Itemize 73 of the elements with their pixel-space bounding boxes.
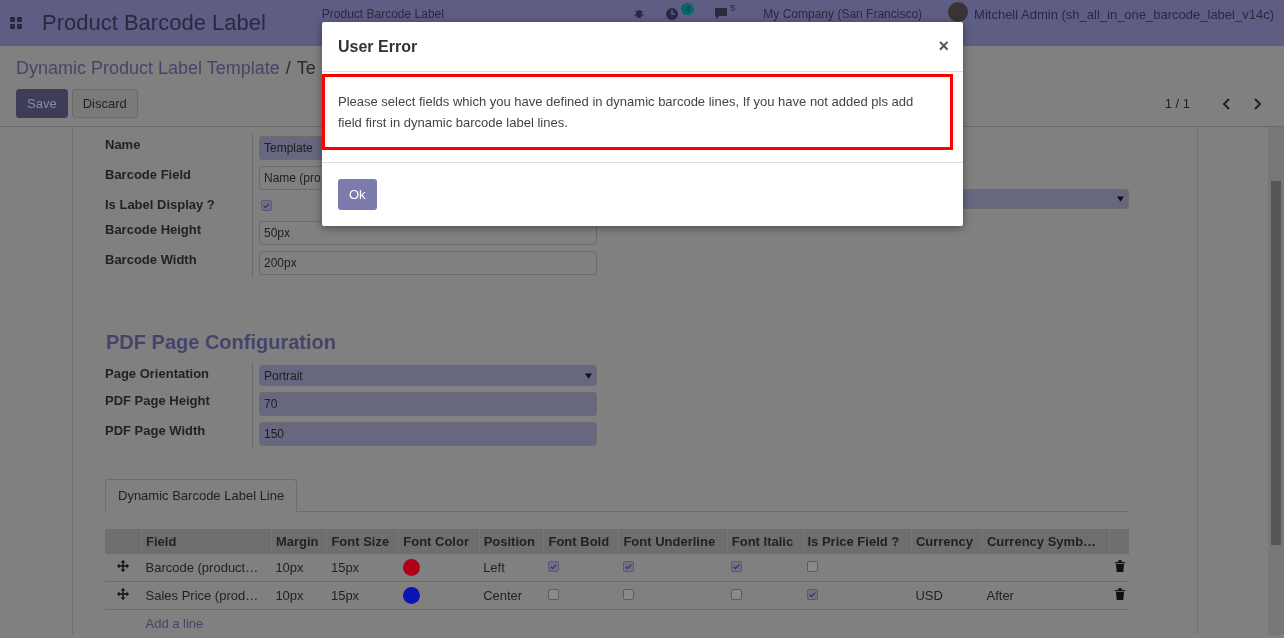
checkbox[interactable] — [731, 589, 743, 601]
column-header[interactable]: Position — [479, 529, 544, 554]
column-header[interactable]: Font Size — [326, 529, 399, 554]
breadcrumb-link[interactable]: Dynamic Product Label Template — [16, 58, 280, 79]
notebook-tab[interactable]: Dynamic Barcode Label Line — [105, 479, 298, 512]
select-field[interactable]: Portrait — [259, 365, 597, 386]
breadcrumb-separator: / — [285, 58, 291, 79]
checkbox[interactable] — [548, 561, 559, 573]
trash-icon[interactable] — [1115, 560, 1125, 573]
caret-icon — [585, 372, 592, 379]
section-title: PDF Page Configuration — [106, 331, 337, 354]
add-line-link[interactable]: Add a line — [145, 615, 204, 631]
table-cell: 10px — [271, 554, 327, 582]
column-header[interactable]: Font Italic — [727, 529, 803, 554]
column-header[interactable]: Is Price Field ? — [803, 529, 912, 554]
table-cell: Center — [479, 581, 544, 610]
column-header[interactable]: Currency Symb… — [982, 529, 1110, 554]
drag-handle-icon[interactable] — [117, 588, 130, 601]
column-header[interactable]: Field — [141, 529, 272, 554]
apps-grid-icon[interactable] — [10, 17, 22, 29]
table-cell: 10px — [271, 581, 327, 610]
field-label: PDF Page Width — [105, 422, 207, 440]
discard-button[interactable]: Discard — [71, 89, 138, 118]
checkbox[interactable] — [622, 561, 634, 573]
column-header[interactable]: Font Underline — [618, 529, 728, 554]
field-label: Is Label Display ? — [105, 196, 216, 214]
pager-counter: 1 / 1 — [1164, 96, 1190, 111]
message-count: 5 — [730, 3, 736, 13]
table-cell: Barcode (product… — [141, 554, 272, 582]
activity-count-badge: 4 — [681, 3, 695, 15]
field-label: Barcode Height — [105, 221, 203, 239]
column-header[interactable]: Margin — [271, 529, 327, 554]
field-label: Page Orientation — [105, 365, 211, 383]
column-header[interactable]: Font Bold — [544, 529, 619, 554]
activity-clock-icon[interactable] — [665, 7, 680, 21]
dialog-title: User Error — [338, 37, 418, 56]
column-header[interactable]: Currency — [911, 529, 983, 554]
checkbox[interactable] — [622, 589, 634, 601]
caret-icon — [1117, 196, 1124, 202]
close-button[interactable]: × — [936, 36, 951, 57]
checkbox[interactable] — [731, 561, 743, 573]
table-cell: 15px — [326, 554, 399, 582]
checkbox[interactable] — [807, 561, 818, 573]
user-menu[interactable]: Mitchell Admin (sh_all_in_one_barcode_label_v14c) — [974, 7, 1274, 22]
checkbox[interactable] — [261, 200, 272, 211]
table-cell: USD — [915, 588, 943, 604]
input-field[interactable]: 200px — [259, 251, 597, 275]
app-title: Product Barcode Label — [42, 10, 266, 36]
table-cell: Sales Price (prod… — [141, 581, 272, 610]
save-button[interactable]: Save — [16, 89, 68, 118]
input-field[interactable]: 150 — [259, 422, 597, 446]
checkbox[interactable] — [807, 589, 818, 601]
table-cell: Left — [479, 554, 544, 582]
error-message: Please select fields which you have defined in dynamic barcode lines, If you have not added pls add field first in dynamic barcode label lines. — [322, 74, 953, 150]
scrollbar[interactable] — [1268, 127, 1284, 635]
bug-icon[interactable] — [633, 7, 646, 19]
company-switcher[interactable]: My Company (San Francisco) — [763, 7, 923, 21]
field-label: Barcode Field — [105, 166, 192, 184]
drag-handle-icon[interactable] — [117, 560, 130, 573]
trash-icon[interactable] — [1115, 588, 1125, 601]
menu-item[interactable]: Product Barcode Label — [321, 0, 444, 21]
checkbox[interactable] — [548, 589, 559, 601]
table-cell: 15px — [326, 581, 399, 610]
column-header[interactable]: Font Color — [398, 529, 480, 554]
input-field[interactable]: 70 — [259, 392, 597, 416]
breadcrumb-current: Te — [296, 58, 316, 79]
ok-button[interactable]: Ok — [338, 179, 377, 210]
field-label: Name — [105, 136, 142, 154]
table-cell: After — [986, 588, 1014, 604]
field-label: Barcode Width — [105, 251, 198, 269]
user-avatar[interactable] — [948, 2, 969, 22]
field-label: PDF Page Height — [105, 392, 211, 410]
chat-bubble-icon[interactable] — [714, 7, 729, 19]
